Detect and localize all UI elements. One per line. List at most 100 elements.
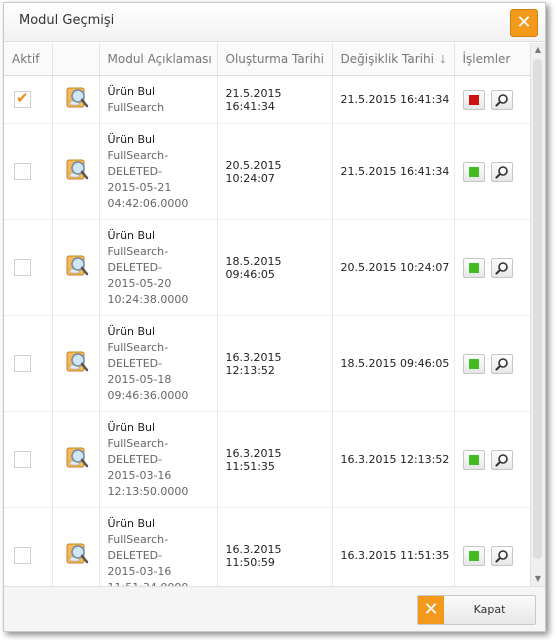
aktif-cell	[4, 507, 53, 586]
module-name: Ürün Bul	[107, 228, 156, 242]
table-row[interactable]: Ürün Bul FullSearch- DELETED- 2015-03-16…	[4, 411, 531, 508]
history-table: Aktif Modul Açıklaması Oluşturma Tarihi …	[4, 43, 530, 586]
column-header-created[interactable]: Oluşturma Tarihi	[217, 43, 333, 76]
icon-cell	[52, 75, 100, 124]
description-cell: Ürün Bul FullSearch- DELETED- 2015-05-20…	[99, 219, 218, 316]
module-search-icon	[66, 351, 88, 372]
column-header-aktif[interactable]: Aktif	[4, 43, 53, 76]
module-search-icon	[66, 87, 88, 108]
created-date-cell: 16.3.2015 12:13:52	[217, 315, 333, 412]
status-square-icon	[468, 550, 479, 561]
table-row[interactable]: Ürün Bul FullSearch- DELETED- 2015-05-21…	[4, 123, 531, 220]
module-name: Ürün Bul	[107, 324, 156, 338]
table-row[interactable]: Ürün Bul FullSearch- DELETED- 2015-05-20…	[4, 219, 531, 316]
table-row[interactable]: Ürün Bul FullSearch 21.5.2015 16:41:34 2…	[4, 75, 531, 124]
aktif-cell	[4, 75, 53, 124]
icon-cell	[52, 411, 100, 508]
inspect-button[interactable]	[490, 545, 513, 566]
magnifier-icon	[495, 453, 508, 466]
active-checkbox[interactable]	[14, 547, 31, 564]
active-checkbox[interactable]	[14, 163, 31, 180]
row-actions	[462, 449, 531, 470]
module-name: Ürün Bul	[107, 84, 156, 98]
row-actions	[462, 161, 531, 182]
column-header-modified-label: Değişiklik Tarihi	[340, 51, 434, 66]
actions-cell	[454, 315, 530, 412]
magnifier-icon	[495, 93, 508, 106]
active-checkbox[interactable]	[14, 259, 31, 276]
icon-cell	[52, 219, 100, 316]
history-grid: Aktif Modul Açıklaması Oluşturma Tarihi …	[4, 43, 530, 586]
active-checkbox[interactable]	[14, 89, 31, 108]
dialog-titlebar: Modul Geçmişi ✕	[4, 3, 545, 42]
module-detail: FullSearch- DELETED- 2015-05-20 10:24:38…	[107, 244, 189, 306]
icon-cell	[52, 507, 100, 586]
active-checkbox[interactable]	[14, 451, 31, 468]
status-square-icon	[468, 262, 479, 273]
status-square-icon	[468, 358, 479, 369]
vertical-scrollbar[interactable]: ▲ ▼	[530, 43, 545, 586]
toggle-status-button[interactable]	[462, 353, 485, 374]
inspect-button[interactable]	[490, 161, 513, 182]
toggle-status-button[interactable]	[462, 257, 485, 278]
scroll-down-arrow-icon[interactable]: ▼	[531, 572, 545, 586]
created-date-cell: 16.3.2015 11:51:35	[217, 411, 333, 508]
description-cell: Ürün Bul FullSearch	[99, 75, 218, 124]
kapat-button-label: Kapat	[473, 603, 506, 616]
description-cell: Ürün Bul FullSearch- DELETED- 2015-05-18…	[99, 315, 218, 412]
actions-cell	[454, 219, 531, 316]
aktif-cell	[4, 123, 53, 220]
icon-cell	[52, 123, 100, 220]
inspect-button[interactable]	[490, 89, 513, 110]
module-detail: FullSearch- DELETED- 2015-03-16 12:13:50…	[107, 436, 189, 498]
dialog-title: Modul Geçmişi	[19, 13, 115, 28]
module-name: Ürün Bul	[107, 132, 156, 146]
toggle-status-button[interactable]	[462, 545, 485, 566]
modified-date-cell: 18.5.2015 09:46:05	[332, 315, 455, 412]
magnifier-icon	[495, 357, 508, 370]
modified-date-cell: 16.3.2015 11:51:35	[332, 507, 455, 586]
scroll-up-arrow-icon[interactable]: ▲	[531, 43, 545, 57]
inspect-button[interactable]	[490, 353, 513, 374]
toggle-status-button[interactable]	[462, 89, 485, 110]
column-header-modified[interactable]: Değişiklik Tarihi ⭣	[332, 43, 455, 76]
description-cell: Ürün Bul FullSearch- DELETED- 2015-03-16…	[99, 507, 218, 587]
column-header-actions: İşlemler	[454, 43, 530, 76]
table-row[interactable]: Ürün Bul FullSearch- DELETED- 2015-03-16…	[4, 507, 531, 587]
module-name: Ürün Bul	[107, 420, 156, 434]
module-search-icon	[66, 543, 88, 564]
row-actions	[462, 89, 531, 110]
module-detail: FullSearch	[107, 100, 165, 114]
table-body: Ürün Bul FullSearch 21.5.2015 16:41:34 2…	[4, 75, 531, 587]
created-date-cell: 18.5.2015 09:46:05	[217, 219, 333, 316]
scrollbar-thumb[interactable]	[533, 59, 542, 559]
actions-cell	[454, 123, 531, 220]
description-cell: Ürün Bul FullSearch- DELETED- 2015-03-16…	[99, 411, 218, 508]
aktif-cell	[4, 315, 53, 412]
table-row[interactable]: Ürün Bul FullSearch- DELETED- 2015-05-18…	[4, 315, 530, 412]
module-name: Ürün Bul	[107, 516, 156, 530]
created-date-cell: 20.5.2015 10:24:07	[217, 123, 333, 220]
active-checkbox[interactable]	[14, 355, 31, 372]
kapat-button[interactable]: ✕ Kapat	[417, 595, 536, 625]
inspect-button[interactable]	[490, 257, 513, 278]
toggle-status-button[interactable]	[462, 161, 485, 182]
close-x-glyph: ✕	[423, 599, 439, 620]
actions-cell	[454, 507, 531, 586]
inspect-button[interactable]	[490, 449, 513, 470]
actions-cell	[454, 75, 531, 124]
close-icon: ✕	[516, 12, 532, 33]
module-search-icon	[66, 447, 88, 468]
module-history-dialog: Modul Geçmişi ✕ Aktif Modul Açıklaması O…	[3, 2, 546, 632]
close-button[interactable]: ✕	[510, 9, 538, 37]
row-actions	[462, 257, 531, 278]
column-header-description[interactable]: Modul Açıklaması	[99, 43, 218, 76]
toggle-status-button[interactable]	[462, 449, 485, 470]
description-cell: Ürün Bul FullSearch- DELETED- 2015-05-21…	[99, 123, 218, 220]
module-detail: FullSearch- DELETED- 2015-05-21 04:42:06…	[107, 148, 189, 210]
module-search-icon	[66, 159, 88, 180]
created-date-cell: 21.5.2015 16:41:34	[217, 75, 333, 124]
row-actions	[462, 545, 531, 566]
created-date-cell: 16.3.2015 11:50:59	[217, 507, 333, 586]
module-detail: FullSearch- DELETED- 2015-03-16 11:51:34…	[107, 532, 189, 587]
